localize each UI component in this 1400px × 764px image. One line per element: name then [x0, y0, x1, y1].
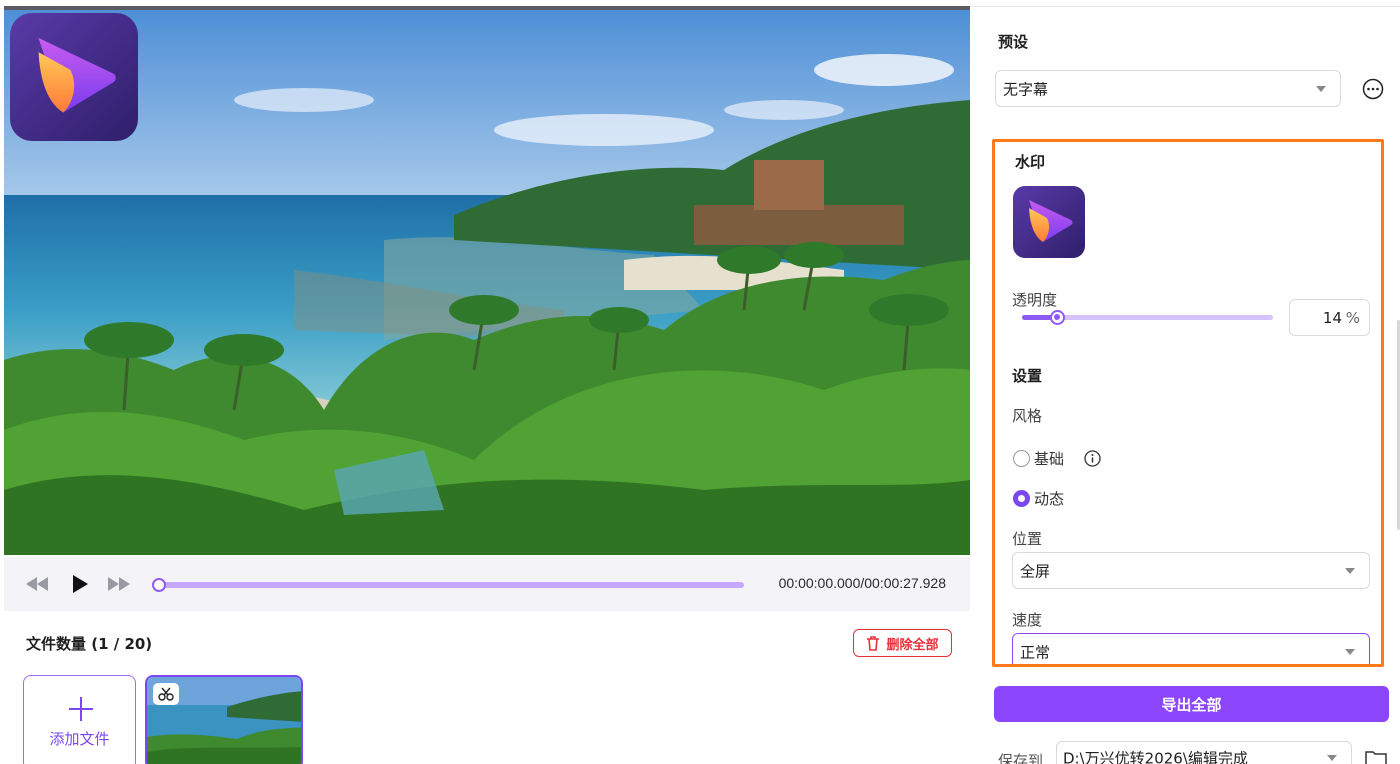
position-label: 位置	[1012, 530, 1043, 548]
seek-handle[interactable]	[152, 578, 166, 592]
video-frame	[4, 10, 970, 555]
radio-basic[interactable]	[1013, 450, 1030, 467]
chevron-down-icon	[1327, 755, 1337, 761]
chevron-down-icon	[1345, 648, 1355, 655]
app-logo-icon	[1013, 186, 1085, 258]
panel-divider	[970, 6, 1400, 7]
save-path-value: D:\万兴优转2026\编辑完成	[1063, 749, 1248, 764]
save-path-select[interactable]: D:\万兴优转2026\编辑完成	[1056, 741, 1352, 764]
style-option-dynamic[interactable]: 动态	[1013, 488, 1064, 509]
watermark-settings-highlight: 水印 透明度 14 % 设置 风格 基础 动态 位置 全屏 速度 正常	[992, 139, 1384, 667]
watermark-overlay-logo	[10, 13, 138, 141]
add-file-button[interactable]: 添加文件	[23, 675, 136, 764]
info-icon[interactable]	[1084, 450, 1101, 467]
play-button[interactable]	[67, 571, 93, 597]
app-logo-icon	[10, 13, 138, 141]
save-to-label: 保存到	[998, 752, 1044, 764]
opacity-unit: %	[1345, 309, 1360, 327]
seek-bar[interactable]	[152, 578, 744, 592]
file-thumbnail[interactable]	[145, 675, 303, 764]
preset-more-button[interactable]	[1362, 78, 1384, 100]
opacity-label: 透明度	[1012, 291, 1058, 309]
player-controls: 00:00:00.000/00:00:27.928	[4, 557, 970, 611]
watermark-title: 水印	[1015, 153, 1046, 171]
style-label: 风格	[1012, 407, 1043, 425]
play-icon	[73, 575, 88, 593]
video-preview[interactable]	[4, 10, 970, 555]
rewind-icon	[26, 577, 48, 591]
rewind-button[interactable]	[24, 571, 50, 597]
open-folder-button[interactable]	[1365, 749, 1387, 764]
add-file-label: 添加文件	[49, 730, 110, 748]
delete-all-button[interactable]: 删除全部	[853, 629, 952, 657]
opacity-value: 14	[1322, 309, 1342, 327]
preset-title: 预设	[998, 33, 1029, 51]
preset-select[interactable]: 无字幕	[995, 70, 1341, 107]
radio-dynamic[interactable]	[1013, 490, 1030, 507]
preset-value: 无字幕	[1003, 80, 1049, 98]
file-count: 文件数量 (1 / 20)	[26, 635, 153, 653]
fast-forward-button[interactable]	[106, 571, 132, 597]
timecode: 00:00:00.000/00:00:27.928	[778, 575, 946, 591]
watermark-image[interactable]	[1013, 186, 1085, 258]
style-option-basic[interactable]: 基础	[1013, 448, 1101, 469]
settings-title: 设置	[1012, 367, 1043, 385]
chevron-down-icon	[1316, 85, 1326, 92]
position-value: 全屏	[1020, 562, 1051, 580]
trim-button[interactable]	[153, 683, 179, 705]
position-select[interactable]: 全屏	[1012, 552, 1370, 589]
opacity-input[interactable]: 14 %	[1289, 299, 1370, 336]
scissors-icon	[158, 687, 174, 701]
style-option-dynamic-label: 动态	[1034, 490, 1065, 508]
folder-icon	[1365, 751, 1387, 764]
more-icon	[1362, 78, 1384, 100]
delete-all-label: 删除全部	[886, 637, 939, 653]
plus-icon	[69, 697, 93, 721]
settings-panel: 预设 无字幕 水印 透明度 14 % 设置 风格 基础 动态 位置 全屏 速度 …	[970, 0, 1400, 764]
speed-value: 正常	[1020, 643, 1051, 661]
opacity-slider[interactable]	[1022, 310, 1273, 325]
preview-pane: 00:00:00.000/00:00:27.928 文件数量 (1 / 20) …	[0, 0, 970, 764]
trash-icon	[867, 635, 880, 651]
chevron-down-icon	[1345, 567, 1355, 574]
opacity-slider-handle[interactable]	[1050, 310, 1066, 325]
fast-forward-icon	[108, 577, 130, 591]
export-all-button[interactable]: 导出全部	[994, 686, 1389, 722]
speed-label: 速度	[1012, 611, 1043, 629]
speed-select[interactable]: 正常	[1012, 633, 1370, 664]
style-option-basic-label: 基础	[1034, 450, 1065, 468]
